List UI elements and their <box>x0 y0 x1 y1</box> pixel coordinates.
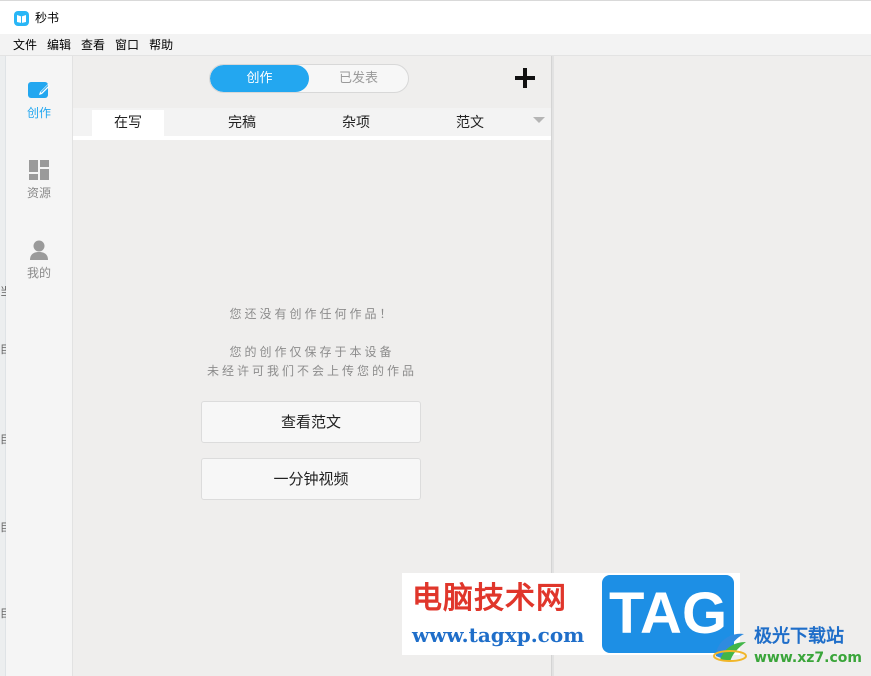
watermark-url: www.tagxp.com <box>412 623 585 647</box>
watermark-site-name: 极光下载站 <box>754 626 844 647</box>
segment-create[interactable]: 创作 <box>210 65 309 92</box>
menu-edit[interactable]: 编辑 <box>47 35 71 55</box>
window-title: 秒书 <box>35 11 60 25</box>
nav-item-label: 创作 <box>26 106 51 120</box>
empty-message-title: 您还没有创作任何作品！ <box>229 307 395 321</box>
tab-samples[interactable]: 范文 <box>434 110 506 136</box>
background-window-edge: 当 目 目 目 目 <box>0 56 6 676</box>
tabs-underline <box>73 136 551 140</box>
tab-writing[interactable]: 在写 <box>92 110 164 136</box>
nav-item-create[interactable]: 创作 <box>6 72 72 136</box>
plus-icon[interactable] <box>514 67 536 89</box>
watermark-title: 电脑技术网 <box>412 581 567 616</box>
view-samples-button[interactable]: 查看范文 <box>201 401 421 443</box>
user-icon <box>27 238 51 262</box>
segment-published[interactable]: 已发表 <box>309 65 408 92</box>
chevron-down-icon[interactable] <box>533 117 545 123</box>
empty-message-note: 未经许可我们不会上传您的作品 <box>206 364 417 378</box>
segmented-control: 创作 已发表 <box>209 64 409 93</box>
app-logo-icon <box>14 11 29 26</box>
nav-item-mine[interactable]: 我的 <box>6 232 72 296</box>
menu-help[interactable]: 帮助 <box>149 35 173 55</box>
empty-message-note: 您的创作仅保存于本设备 <box>229 345 395 359</box>
watermark-site-url: www.xz7.com <box>754 650 862 666</box>
nav-item-resources[interactable]: 资源 <box>6 152 72 216</box>
pencil-note-icon <box>27 78 51 102</box>
left-nav: 当 目 目 目 目 创作 资源 我的 <box>0 56 73 676</box>
tab-misc[interactable]: 杂项 <box>320 110 392 136</box>
one-minute-video-button[interactable]: 一分钟视频 <box>201 458 421 500</box>
aurora-logo-icon <box>710 626 750 666</box>
watermark-tagxp: 电脑技术网 www.tagxp.com TAG <box>402 573 740 655</box>
menu-view[interactable]: 查看 <box>81 35 105 55</box>
grid-blocks-icon <box>27 158 51 182</box>
tab-finished[interactable]: 完稿 <box>206 110 278 136</box>
nav-item-label: 资源 <box>26 186 51 200</box>
menu-file[interactable]: 文件 <box>13 35 37 55</box>
category-tabs: 在写 完稿 杂项 范文 <box>73 108 551 140</box>
menu-bar: 文件 编辑 查看 窗口 帮助 <box>0 34 871 56</box>
watermark-xz7: 极光下载站 www.xz7.com <box>708 622 866 672</box>
nav-item-label: 我的 <box>26 266 51 280</box>
menu-window[interactable]: 窗口 <box>115 35 139 55</box>
app-window: 秒书 文件 编辑 查看 窗口 帮助 当 目 目 目 目 创作 资源 我的 创作 … <box>0 0 871 676</box>
title-bar: 秒书 <box>0 0 871 34</box>
